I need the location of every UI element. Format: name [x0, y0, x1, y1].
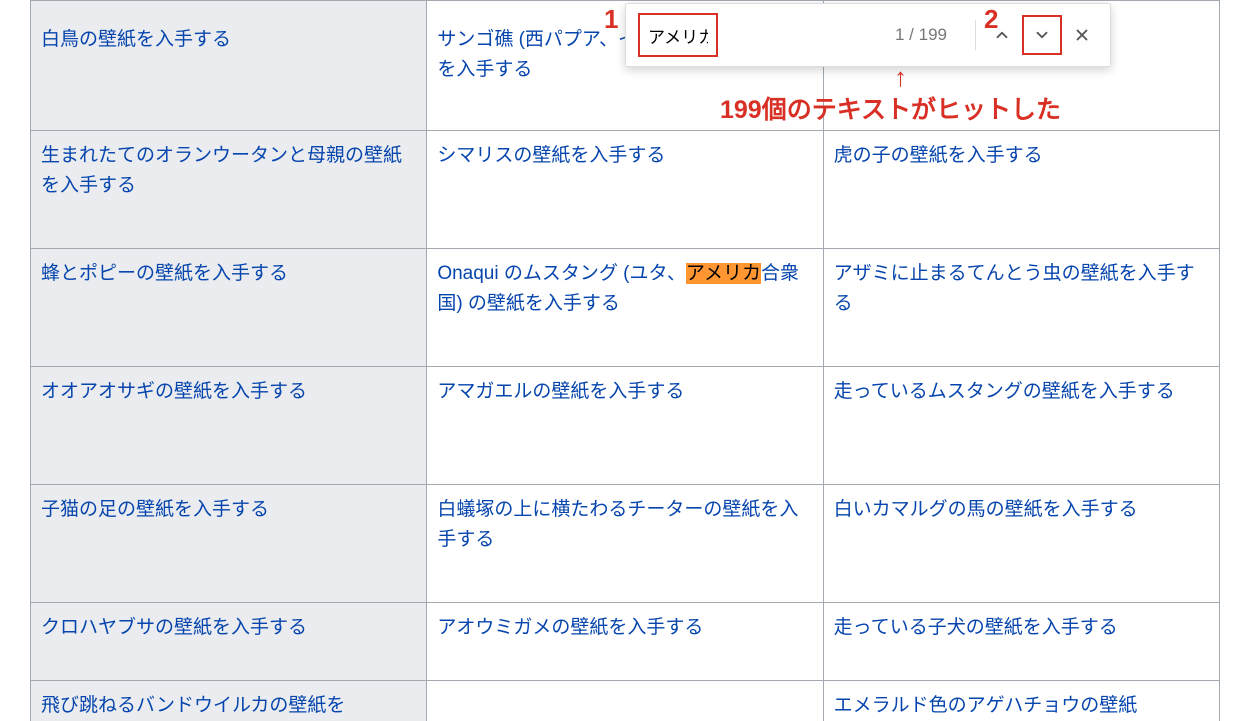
close-icon — [1073, 26, 1091, 44]
wallpaper-link[interactable]: オオアオサギの壁紙を入手する — [41, 381, 307, 402]
table-row: 生まれたてのオランウータンと母親の壁紙を入手する シマリスの壁紙を入手する 虎の… — [31, 131, 1220, 249]
table-row: 蜂とポピーの壁紙を入手する Onaqui のムスタング (ユタ、アメリカ合衆国)… — [31, 249, 1220, 367]
wallpaper-link[interactable]: アオウミガメの壁紙を入手する — [437, 617, 703, 638]
wallpaper-link[interactable]: エメラルド色のアゲハチョウの壁紙 — [834, 695, 1138, 716]
wallpaper-link[interactable]: 生まれたてのオランウータンと母親の壁紙を入手する — [41, 145, 402, 196]
wallpaper-link[interactable]: 走っている子犬の壁紙を入手する — [834, 617, 1118, 638]
wallpaper-link[interactable]: クロハヤブサの壁紙を入手する — [41, 617, 307, 638]
wallpaper-link[interactable]: 蜂とポピーの壁紙を入手する — [41, 263, 288, 284]
wallpaper-link[interactable]: 白鳥の壁紙を入手する — [41, 29, 231, 50]
search-highlight: アメリカ — [686, 263, 761, 284]
annotation-label-1: 1 — [604, 4, 618, 35]
find-next-button[interactable] — [1022, 15, 1062, 55]
wallpaper-link[interactable]: 子猫の足の壁紙を入手する — [41, 499, 269, 520]
table-row: 子猫の足の壁紙を入手する 白蟻塚の上に横たわるチーターの壁紙を入手する 白いカマ… — [31, 485, 1220, 603]
wallpaper-link[interactable]: アマガエルの壁紙を入手する — [437, 381, 684, 402]
wallpaper-link[interactable]: Onaqui のムスタング (ユタ、アメリカ合衆国) の壁紙を入手する — [437, 263, 799, 314]
wallpaper-link[interactable]: 白蟻塚の上に横たわるチーターの壁紙を入手する — [437, 499, 798, 550]
annotation-hit-text: 199個のテキストがヒットした — [720, 90, 1061, 126]
wallpaper-link[interactable]: 白いカマルグの馬の壁紙を入手する — [834, 499, 1138, 520]
chevron-down-icon — [1033, 26, 1051, 44]
wallpaper-link[interactable]: 走っているムスタングの壁紙を入手する — [834, 381, 1175, 402]
annotation-label-2: 2 — [984, 4, 998, 35]
wallpaper-link[interactable]: アザミに止まるてんとう虫の壁紙を入手する — [834, 263, 1195, 314]
wallpaper-link[interactable]: 飛び跳ねるバンドウイルカの壁紙を — [41, 695, 345, 716]
wallpaper-link[interactable]: 虎の子の壁紙を入手する — [834, 145, 1043, 166]
link-text-pre: Onaqui のムスタング (ユタ、 — [437, 263, 686, 284]
table-row: クロハヤブサの壁紙を入手する アオウミガメの壁紙を入手する 走っている子犬の壁紙… — [31, 603, 1220, 681]
table-row: 飛び跳ねるバンドウイルカの壁紙を エメラルド色のアゲハチョウの壁紙 — [31, 681, 1220, 721]
table-row: オオアオサギの壁紙を入手する アマガエルの壁紙を入手する 走っているムスタングの… — [31, 367, 1220, 485]
annotation-arrow-icon: ↑ — [894, 64, 907, 90]
find-close-button[interactable] — [1062, 15, 1102, 55]
separator — [975, 20, 976, 50]
wallpaper-link[interactable]: シマリスの壁紙を入手する — [437, 145, 665, 166]
find-match-count: 1 / 199 — [895, 25, 947, 45]
find-input-highlight-box — [638, 13, 718, 57]
find-in-page-bar: 1 / 199 — [625, 3, 1111, 67]
find-input[interactable] — [646, 24, 710, 46]
